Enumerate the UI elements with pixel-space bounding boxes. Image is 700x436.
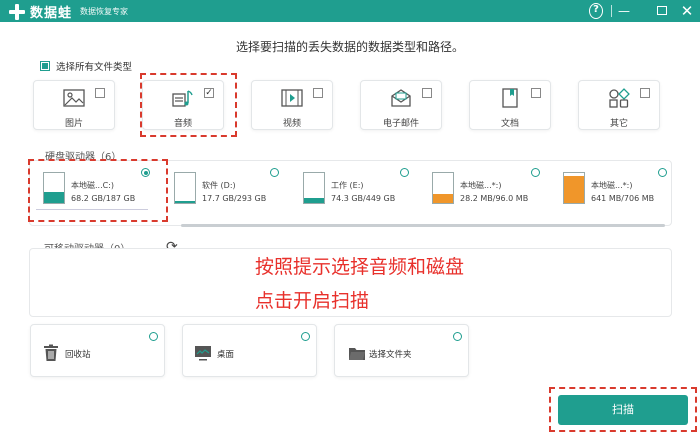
drive-d[interactable]: 软件 (D:) 17.7 GB/293 GB (174, 172, 284, 212)
drive-icon (432, 172, 454, 204)
location-radio[interactable] (453, 332, 462, 341)
location-radio[interactable] (301, 332, 310, 341)
recycle-bin-icon (44, 344, 58, 361)
file-type-label: 图片 (64, 119, 83, 129)
drive-usage-fill (433, 194, 453, 203)
annotation-line-2: 点击开启扫描 (255, 290, 370, 312)
drive-size: 641 MB/706 MB (591, 194, 655, 203)
drive-usage-fill (564, 175, 584, 203)
location-label: 桌面 (217, 350, 235, 360)
instruction-text: 选择要扫描的丢失数据的数据类型和路径。 (235, 40, 464, 54)
drive-icon (563, 172, 585, 204)
file-type-video[interactable]: 视频 (251, 80, 333, 130)
location-radio[interactable] (149, 332, 158, 341)
drive-icon (303, 172, 325, 204)
logo-cross-icon (8, 3, 26, 21)
drive-5[interactable]: 本地磁...*:) 641 MB/706 MB (563, 172, 663, 212)
select-all-checkbox[interactable]: 选择所有文件类型 (40, 59, 132, 73)
location-folder[interactable]: 选择文件夹 (334, 324, 469, 377)
titlebar-divider (611, 5, 612, 17)
file-type-checkbox[interactable] (531, 88, 541, 98)
drive-4-radio[interactable] (531, 168, 540, 177)
minimize-button[interactable]: — (617, 3, 631, 19)
other-icon (609, 88, 630, 108)
drive-name: 本地磁...*:) (460, 181, 502, 190)
drive-size: 17.7 GB/293 GB (202, 194, 267, 203)
location-label: 选择文件夹 (369, 350, 412, 360)
location-label: 回收站 (65, 350, 91, 360)
file-type-email[interactable]: 电子邮件 (360, 80, 442, 130)
highlight-audio-box (140, 73, 237, 137)
highlight-scan-box (549, 387, 697, 432)
title-bar: 数据蛙 数据恢复专家 ? — ✕ (0, 0, 700, 22)
app-logo: 数据蛙 数据恢复专家 (8, 2, 128, 21)
app-name: 数据蛙 (30, 6, 73, 21)
desktop-icon (195, 346, 211, 361)
help-button[interactable]: ? (589, 3, 603, 19)
drive-usage-fill (175, 201, 195, 203)
file-type-other[interactable]: 其它 (578, 80, 660, 130)
location-desktop[interactable]: 桌面 (182, 324, 317, 377)
document-icon (502, 88, 518, 108)
app-slogan: 数据恢复专家 (80, 7, 129, 16)
drive-name: 本地磁...*:) (591, 181, 633, 190)
select-all-label: 选择所有文件类型 (56, 62, 133, 73)
annotation-line-1: 按照提示选择音频和磁盘 (255, 256, 465, 278)
file-type-label: 视频 (282, 119, 301, 129)
drive-name: 工作 (E:) (331, 181, 364, 190)
file-type-checkbox[interactable] (313, 88, 323, 98)
location-recycle-bin[interactable]: 回收站 (30, 324, 165, 377)
file-type-label: 电子邮件 (382, 119, 419, 129)
file-type-label: 文档 (500, 119, 519, 129)
video-icon (281, 89, 303, 107)
email-icon (391, 89, 411, 107)
drive-d-radio[interactable] (270, 168, 279, 177)
drive-icon (174, 172, 196, 204)
maximize-button[interactable] (655, 3, 669, 19)
file-type-document[interactable]: 文档 (469, 80, 551, 130)
file-type-checkbox[interactable] (422, 88, 432, 98)
drive-4[interactable]: 本地磁...*:) 28.2 MB/96.0 MB (432, 172, 542, 212)
drive-5-radio[interactable] (658, 168, 667, 177)
drive-e-radio[interactable] (400, 168, 409, 177)
drive-size: 28.2 MB/96.0 MB (460, 194, 529, 203)
maximize-icon (657, 6, 667, 15)
folder-icon (349, 348, 365, 360)
file-type-label: 其它 (609, 119, 628, 129)
drive-size: 74.3 GB/449 GB (331, 194, 396, 203)
drives-scrollbar[interactable] (181, 224, 665, 227)
image-icon (63, 89, 85, 107)
highlight-drive-c-box (28, 159, 168, 222)
drive-name: 软件 (D:) (202, 181, 236, 190)
drive-e[interactable]: 工作 (E:) 74.3 GB/449 GB (303, 172, 413, 212)
close-button[interactable]: ✕ (680, 3, 694, 19)
select-all-check-icon (40, 61, 50, 71)
file-type-image[interactable]: 图片 (33, 80, 115, 130)
drive-usage-fill (304, 198, 324, 203)
file-type-checkbox[interactable] (640, 88, 650, 98)
file-type-checkbox[interactable] (95, 88, 105, 98)
